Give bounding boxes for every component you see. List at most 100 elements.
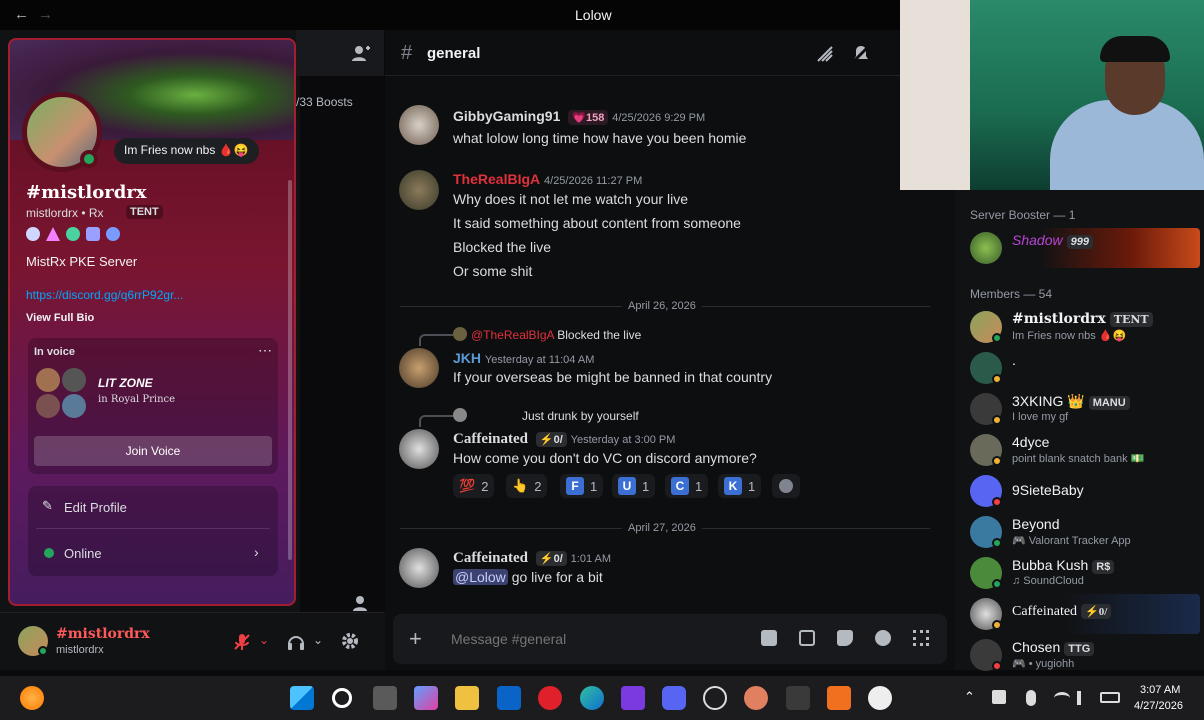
weather-icon[interactable] xyxy=(20,686,44,710)
member-item[interactable]: Chosen TTG 🎮 • yugiohh xyxy=(970,635,1200,675)
badge-icon[interactable] xyxy=(66,227,80,241)
reply-author[interactable]: @TheRealBIgA xyxy=(471,328,554,342)
member-name: 4dyce xyxy=(1012,434,1050,450)
microphone-icon[interactable] xyxy=(1026,690,1036,706)
clipchamp-icon[interactable] xyxy=(621,686,645,710)
user-display-name[interactable]: #mistlordrx xyxy=(56,626,150,642)
reaction-c[interactable]: C1 xyxy=(665,474,709,498)
member-avatar xyxy=(970,232,1002,264)
tray-icon[interactable] xyxy=(992,690,1006,704)
media-player-icon[interactable] xyxy=(868,686,892,710)
outlook-icon[interactable] xyxy=(497,686,521,710)
battery-icon[interactable] xyxy=(1100,692,1120,703)
app-icon[interactable] xyxy=(827,686,851,710)
copilot-icon[interactable] xyxy=(414,686,438,710)
opera-icon[interactable] xyxy=(538,686,562,710)
clock-date[interactable]: 4/27/2026 xyxy=(1134,700,1183,712)
wifi-icon[interactable] xyxy=(1054,692,1070,704)
member-item[interactable]: #mistlordrx TENT Im Fries now nbs 🩸😝 xyxy=(970,307,1200,347)
reaction-hundred[interactable]: 💯 2 xyxy=(453,474,495,498)
edit-profile-button[interactable]: Edit Profile xyxy=(64,500,127,515)
badge-icon[interactable] xyxy=(106,227,120,241)
custom-status-bubble[interactable]: Im Fries now nbs 🩸😝 xyxy=(114,138,259,164)
app-icon[interactable] xyxy=(703,686,727,710)
member-item[interactable]: Beyond 🎮 Valorant Tracker App xyxy=(970,512,1200,552)
start-icon[interactable] xyxy=(290,686,314,710)
member-item[interactable]: 4dyce point blank snatch bank 💵 xyxy=(970,430,1200,470)
badge-icon[interactable] xyxy=(86,227,100,241)
member-item[interactable]: Shadow 999 xyxy=(970,228,1200,268)
emoji-icon[interactable] xyxy=(875,630,891,646)
user-avatar[interactable] xyxy=(399,105,439,145)
file-explorer-icon[interactable] xyxy=(455,686,479,710)
reaction-point-up[interactable]: 👆 2 xyxy=(506,474,548,498)
app-icon[interactable] xyxy=(744,686,768,710)
view-full-bio-link[interactable]: View Full Bio xyxy=(26,312,94,324)
join-voice-button[interactable]: Join Voice xyxy=(34,436,272,466)
discord-icon[interactable] xyxy=(662,686,686,710)
gift-icon[interactable] xyxy=(761,630,777,646)
message-author[interactable]: GibbyGaming91 xyxy=(453,108,560,124)
back-icon[interactable]: ← xyxy=(14,6,29,23)
more-options-icon[interactable]: ⋯ xyxy=(258,342,272,359)
user-avatar[interactable] xyxy=(399,548,439,588)
voice-participants xyxy=(36,368,88,420)
chevron-down-icon[interactable]: ⌄ xyxy=(259,633,269,647)
chevron-down-icon[interactable]: ⌄ xyxy=(313,633,323,647)
apps-icon[interactable] xyxy=(913,630,929,646)
voice-channel-name[interactable]: LIT ZONE xyxy=(98,376,153,390)
mute-notifications-icon[interactable] xyxy=(851,44,871,64)
reaction-f[interactable]: F1 xyxy=(560,474,604,498)
member-item[interactable]: . xyxy=(970,348,1200,388)
user-avatar[interactable] xyxy=(399,348,439,388)
chevron-up-icon[interactable]: ⌃ xyxy=(964,689,975,705)
message-author[interactable]: TheRealBIgA xyxy=(453,171,540,187)
timestamp: 1:01 AM xyxy=(570,553,612,565)
add-friend-icon[interactable] xyxy=(352,44,370,62)
message-author[interactable]: Caffeinated xyxy=(453,431,528,447)
badge-icon[interactable] xyxy=(26,227,40,241)
status-selector[interactable]: Online xyxy=(64,546,102,561)
member-status: 🎮 Valorant Tracker App xyxy=(1012,535,1131,547)
wall xyxy=(900,0,970,190)
camera-icon[interactable] xyxy=(786,686,810,710)
search-icon[interactable] xyxy=(332,688,352,708)
volume-icon[interactable] xyxy=(1077,691,1091,705)
member-item[interactable]: Caffeinated ⚡0/ xyxy=(970,594,1200,634)
member-item[interactable]: Bubba Kush R$ ♫ SoundCloud xyxy=(970,553,1200,593)
user-avatar[interactable] xyxy=(399,170,439,210)
message-author[interactable]: JKH xyxy=(453,350,481,366)
member-item[interactable]: 3XKING 👑 MANU I love my gf xyxy=(970,389,1200,429)
gif-icon[interactable] xyxy=(799,630,815,646)
user-panel: #mistlordrx mistlordrx ⌄ ⌄ xyxy=(0,612,385,670)
members-header: Members — 54 xyxy=(970,287,1053,301)
edge-icon[interactable] xyxy=(580,686,604,710)
chevron-right-icon[interactable]: › xyxy=(254,544,259,560)
sticker-icon[interactable] xyxy=(837,630,853,646)
timestamp: 4/25/2026 11:27 PM xyxy=(544,175,643,187)
member-item[interactable]: 9SieteBaby xyxy=(970,471,1200,511)
headphones-icon[interactable] xyxy=(286,632,306,652)
badge-icon[interactable] xyxy=(46,227,60,241)
profile-bio-link[interactable]: https://discord.gg/q6rrP92gr... xyxy=(26,288,183,302)
clock-time[interactable]: 3:07 AM xyxy=(1140,684,1180,696)
member-tag: TTG xyxy=(1064,642,1095,656)
add-member-icon[interactable] xyxy=(352,594,370,612)
attach-plus-icon[interactable]: + xyxy=(409,626,422,652)
forward-icon[interactable]: → xyxy=(38,6,53,23)
user-mention[interactable]: @Lolow xyxy=(453,569,508,585)
reply-text: Just drunk by yourself xyxy=(522,409,639,423)
message-input[interactable] xyxy=(451,626,731,652)
message-author[interactable]: Caffeinated xyxy=(453,550,528,566)
user-avatar[interactable] xyxy=(399,429,439,469)
settings-gear-icon[interactable] xyxy=(340,631,360,651)
user-tag: ⚡0/ xyxy=(535,432,567,447)
threads-icon[interactable] xyxy=(815,44,835,64)
reaction-k[interactable]: K1 xyxy=(718,474,762,498)
add-reaction-button[interactable] xyxy=(772,474,800,498)
reaction-u[interactable]: U1 xyxy=(612,474,656,498)
mic-muted-icon[interactable] xyxy=(232,632,252,652)
task-view-icon[interactable] xyxy=(373,686,397,710)
boost-count[interactable]: /33 Boosts xyxy=(296,95,353,109)
scrollbar[interactable] xyxy=(288,180,292,560)
